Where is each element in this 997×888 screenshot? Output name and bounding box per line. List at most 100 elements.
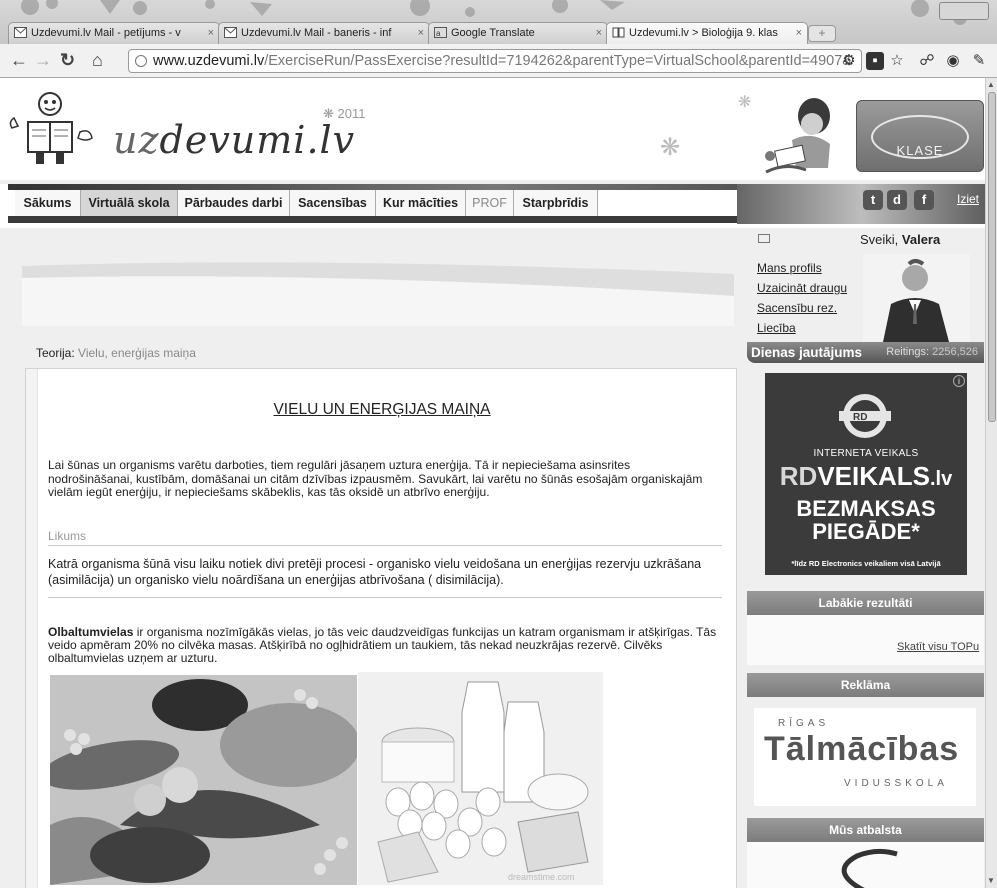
rd-offer: BEZMAKSAS PIEGĀDE* [765,497,967,543]
close-icon[interactable]: × [796,23,802,43]
divider [48,545,722,546]
back-icon[interactable]: ← [10,50,28,70]
talm-arc-bottom: VIDUSSKOLA [844,778,948,789]
tab-1[interactable]: Uzdevumi.lv Mail - petījums - v × [8,22,220,44]
web-page: uzdevumi.lv ❋ 2011 ❋ ❋ KLASE Sākums Virt… [0,78,985,888]
extension-2-icon[interactable]: ▪ [866,52,884,70]
book-icon [612,27,625,38]
menu-right-panel [737,184,985,224]
scroll-down-icon[interactable]: ▼ [987,876,995,885]
wrench-icon[interactable]: ✎ [970,52,988,70]
tab-3[interactable]: a Google Translate × [428,22,608,44]
theory-label: Teorija: [36,346,75,360]
bookmark-star-icon[interactable]: ☆ [888,52,906,70]
menu-item-sakums[interactable]: Sākums [15,190,81,216]
klase-button[interactable]: KLASE [856,100,984,172]
link-report-card[interactable]: Liecība [757,318,847,338]
menu-item-virtuala-skola[interactable]: Virtuālā skola [81,190,178,216]
reading-child-illustration [765,98,830,174]
svg-text:a: a [436,29,441,38]
draugiem-icon[interactable]: d [887,190,907,210]
close-icon[interactable]: × [208,23,214,43]
protein-text: ir organisma nozīmīgākās vielas, jo tās … [48,625,717,665]
svg-text:RD: RD [853,412,867,423]
reload-icon[interactable]: ↻ [60,50,75,70]
law-paragraph: Katrā organisma šūnā visu laiku notiek d… [48,557,702,587]
address-bar[interactable]: www.uzdevumi.lv/ExerciseRun/PassExercise… [128,49,862,73]
close-icon[interactable]: × [418,23,424,43]
tab-4-label: Uzdevumi.lv > Bioloģija 9. klas [629,27,778,39]
greeting-text: Sveiki, [860,232,902,247]
daily-question-bar[interactable]: Dienas jautājums Reitings: 2256,526 [747,342,984,363]
extension-icon[interactable]: ⚙ [840,52,858,70]
menu-item-starpbridis[interactable]: Starpbrīdis [514,190,598,216]
best-results-header: Labākie rezultāti [747,591,984,615]
protein-term: Olbaltumvielas [48,625,134,639]
gmail-icon [224,27,237,38]
link-invite-friend[interactable]: Uzaicināt draugu [757,278,847,298]
scrollbar-thumb[interactable] [988,92,996,422]
logo-rest: devumi.lv [159,118,356,162]
breadcrumb: Teorija: Vielu, enerģijas maiņa [36,346,196,360]
daily-question-label: Dienas jautājums [751,345,863,360]
page-title: VIELU UN ENERĢIJAS MAIŅA [273,401,491,418]
menu-item-kur-macities[interactable]: Kur mācīties [376,190,466,216]
user-name: Valera [901,232,941,247]
talmacibas-ad[interactable]: RĪGAS Tālmācības VIDUSSKOLA [754,708,976,806]
talm-arc-top: RĪGAS [778,718,830,729]
site-logo[interactable]: uzdevumi.lv [113,118,355,162]
globe-icon [135,55,147,67]
rd-brand-tld: .lv [930,468,953,490]
logout-link[interactable]: Iziet [957,192,979,206]
menu-item-parbaudes-darbi[interactable]: Pārbaudes darbi [178,190,290,216]
klase-label: KLASE [896,143,944,158]
leaf-icon: ❋ [738,94,752,111]
url-path: /ExerciseRun/PassExercise?resultId=71942… [264,53,852,69]
rd-footnote: *līdz RD Electronics veikaliem visā Latv… [791,559,941,568]
support-header: Mūs atbalsta [747,818,984,842]
image-watermark: dreamstime.com [508,872,575,882]
url-host: www.uzdevumi.lv [153,53,265,69]
link-my-profile[interactable]: Mans profils [757,258,847,278]
rd-veikals-ad[interactable]: i RD INTERNETA VEIKALS RDVEIKALS.lv BEZM… [765,373,967,575]
close-icon[interactable]: × [596,23,602,43]
logo-year: ❋ 2011 [323,106,366,122]
avatar[interactable] [863,254,970,342]
forward-icon[interactable]: → [34,50,52,70]
extension-4-icon[interactable]: ◉ [944,52,962,70]
rd-logo-icon: RD [839,394,891,438]
leaf-icon: ❋ [323,106,334,121]
theory-content-panel: VIELU UN ENERĢIJAS MAIŅA Lai šūnas un or… [25,368,737,888]
user-greeting: Sveiki, Valera [860,232,940,247]
header-swoosh-decoration [22,262,734,326]
window-controls[interactable] [939,2,989,20]
facebook-icon[interactable]: f [914,190,934,210]
content-left-bar [26,369,38,888]
rd-brand-rest: VEIKALS [817,461,930,491]
user-links: Mans profils Uzaicināt draugu Sacensību … [757,258,847,338]
extension-3-icon[interactable]: ☍ [918,52,936,70]
scroll-up-icon[interactable]: ▲ [987,80,995,89]
tab-3-label: Google Translate [451,27,535,39]
menu-item-prof[interactable]: PROF [466,190,514,216]
home-icon[interactable]: ⌂ [92,50,103,70]
page-scrollbar[interactable]: ▲ ▼ [985,78,997,888]
view-all-top-link[interactable]: Skatīt visu TOPu [897,641,979,653]
tab-2[interactable]: Uzdevumi.lv Mail - baneris - inf × [218,22,430,44]
tab-4-active[interactable]: Uzdevumi.lv > Bioloģija 9. klas × [606,22,808,44]
tab-1-label: Uzdevumi.lv Mail - petījums - v [31,27,181,39]
theory-topic: Vielu, enerģijas maiņa [78,346,196,360]
twitter-icon[interactable]: t [863,190,883,210]
rd-brand: RDVEIKALS.lv [765,461,967,492]
logo-mascot-icon [9,92,93,164]
rating: Reitings: 2256,526 [886,342,978,363]
sponsor-logo-icon [841,848,898,888]
menu-item-sacensibas[interactable]: Sacensības [290,190,376,216]
rd-line1: INTERNETA VEIKALS [813,448,919,459]
mail-icon[interactable] [758,234,770,243]
protein-foods-image [50,675,357,885]
link-competition-results[interactable]: Sacensību rez. [757,298,847,318]
info-icon[interactable]: i [953,375,965,387]
new-tab-button[interactable]: + [808,25,836,42]
rating-label: Reitings: [886,346,930,358]
